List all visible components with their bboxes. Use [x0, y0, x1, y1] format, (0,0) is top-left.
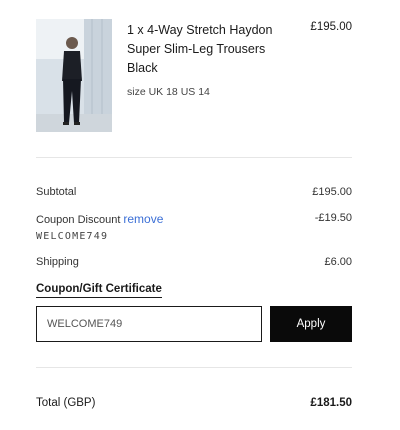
remove-coupon-link[interactable]: remove — [123, 212, 163, 226]
shipping-value: £6.00 — [324, 256, 352, 268]
total-value: £181.50 — [310, 397, 352, 409]
product-name[interactable]: 1 x 4-Way Stretch Haydon Super Slim-Leg … — [127, 21, 287, 78]
apply-coupon-button[interactable]: Apply — [270, 306, 352, 342]
coupon-discount-label-group: Coupon Discount remove — [36, 212, 163, 226]
total-label: Total (GBP) — [36, 397, 96, 409]
coupon-gift-certificate-heading[interactable]: Coupon/Gift Certificate — [36, 283, 162, 298]
applied-coupon-code: WELCOME749 — [36, 231, 109, 242]
product-price: £195.00 — [310, 21, 352, 33]
coupon-code-input[interactable] — [36, 306, 262, 342]
shipping-label: Shipping — [36, 256, 79, 268]
cart-line-item: 1 x 4-Way Stretch Haydon Super Slim-Leg … — [36, 19, 354, 133]
product-size: size UK 18 US 14 — [127, 86, 210, 98]
product-photo-illustration — [36, 19, 112, 132]
subtotal-label: Subtotal — [36, 186, 77, 198]
product-image[interactable] — [36, 19, 112, 132]
divider — [36, 157, 352, 158]
divider — [36, 367, 352, 368]
coupon-discount-value: -£19.50 — [314, 212, 352, 224]
coupon-discount-label: Coupon Discount — [36, 214, 121, 226]
subtotal-value: £195.00 — [312, 186, 352, 198]
